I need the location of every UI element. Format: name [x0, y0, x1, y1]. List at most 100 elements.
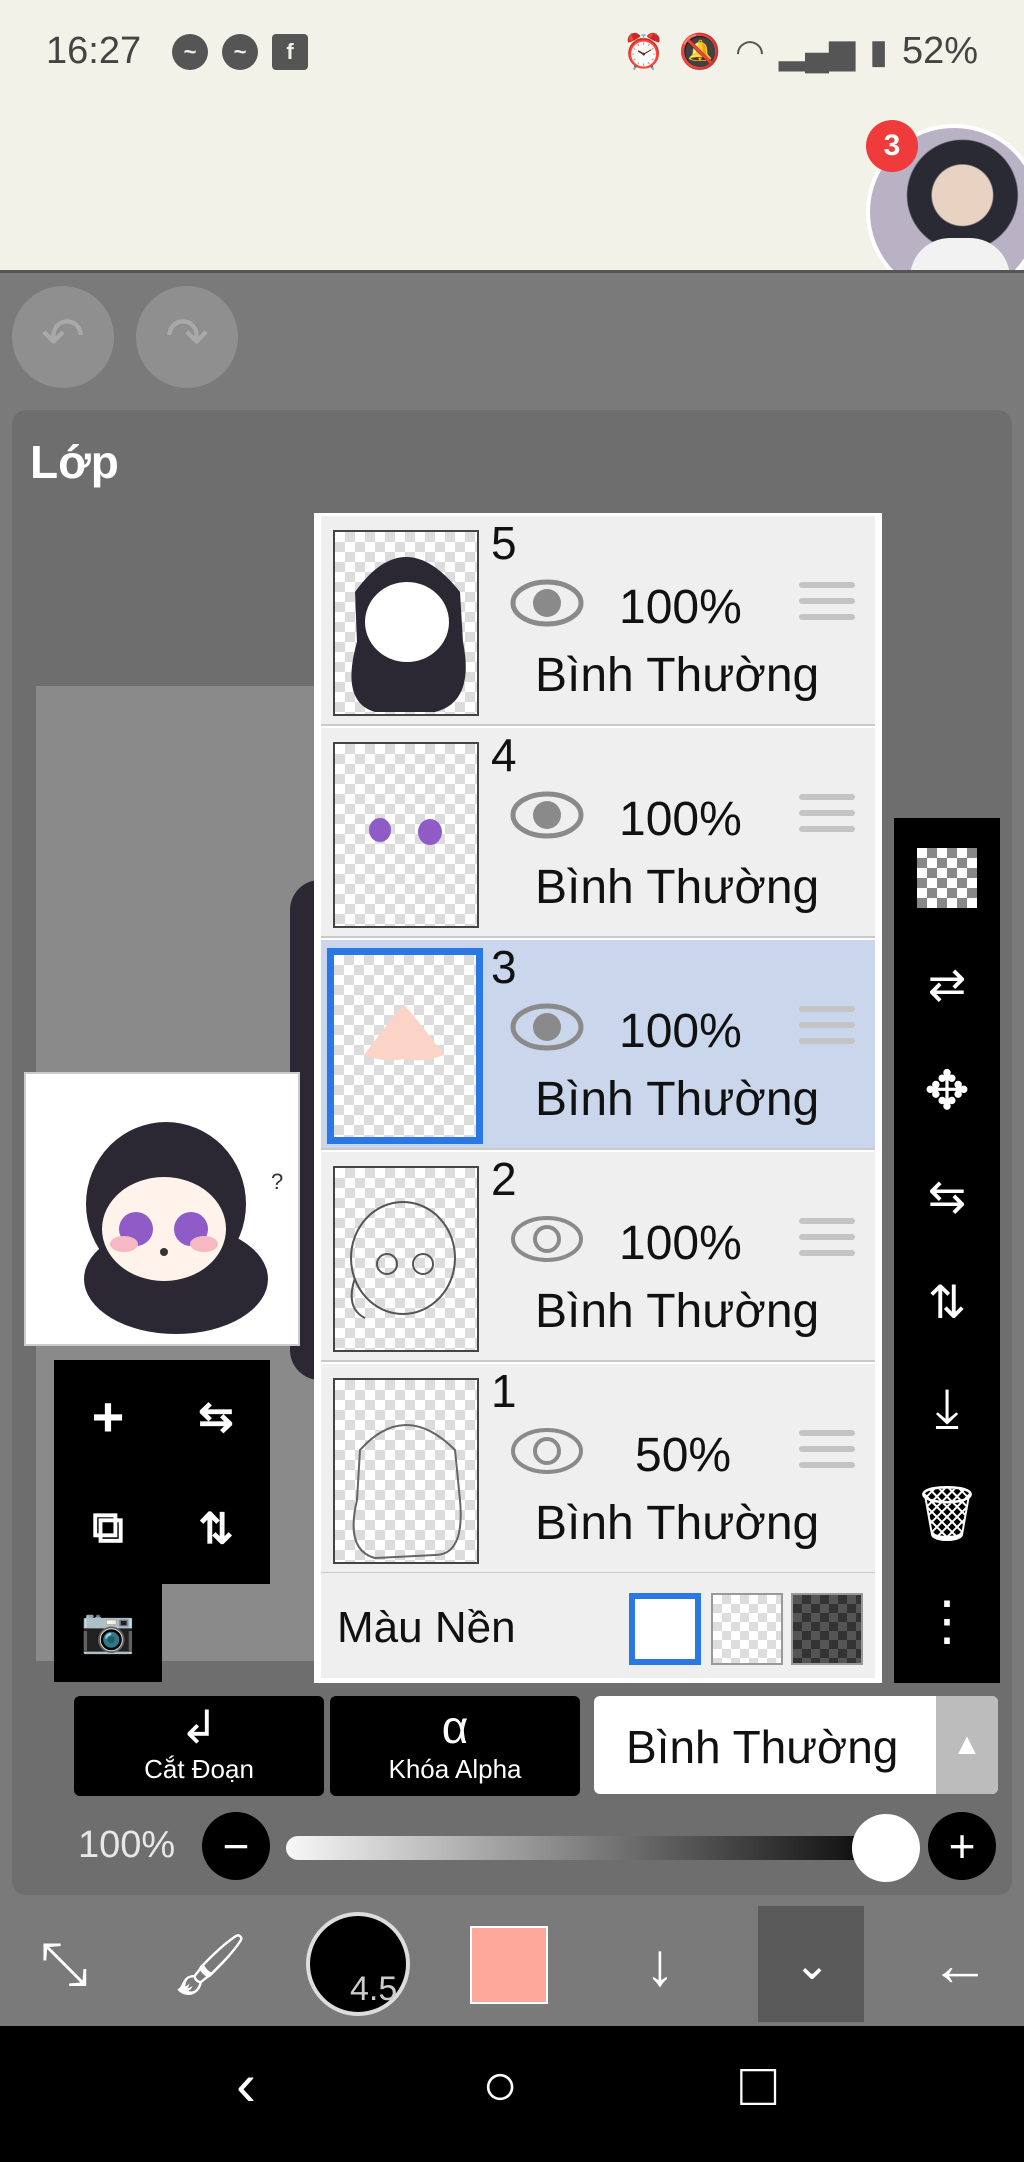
layer-opacity: 100% [619, 581, 742, 634]
flip-vertical-button[interactable]: ⇅ [162, 1472, 270, 1584]
arrow-left-icon: ← [930, 1930, 990, 1998]
flip-horizontal-rotate-button[interactable]: ⇆ [894, 1146, 1000, 1246]
layer-row[interactable]: 4 100% Bình Thường [321, 728, 875, 938]
background-color-row: Màu Nền [321, 1573, 875, 1678]
right-tools: ⇄ ✥ ⇆ ⇅ ⤓ 🗑 ⋮ [894, 818, 1000, 1683]
nav-home-button[interactable]: ○ [482, 2050, 518, 2119]
alarm-icon: ⏰ [622, 32, 665, 71]
battery-percent: 52% [901, 30, 978, 72]
add-layer-button[interactable]: + [54, 1360, 162, 1472]
drag-handle-icon[interactable] [799, 582, 855, 630]
layer-row[interactable]: 5 100% Bình Thường [321, 516, 875, 726]
layer-down-button[interactable]: ↓ [600, 1902, 720, 2026]
blend-mode-value: Bình Thường [626, 1721, 899, 1773]
duplicate-layer-button[interactable]: ⧉ [54, 1472, 162, 1584]
opacity-slider-handle[interactable] [852, 1814, 920, 1882]
svg-text:?: ? [271, 1169, 283, 1194]
plus-icon: + [91, 1384, 125, 1448]
chevron-double-down-icon: ⌄ [793, 1939, 831, 1989]
drag-handle-icon[interactable] [799, 1218, 855, 1266]
transform-icon: ⤡ [40, 1930, 88, 1997]
flip-horizontal-icon: ⇆ [927, 1170, 967, 1222]
flip-horizontal-button[interactable]: ⇆ [162, 1360, 270, 1472]
layer-thumbnail [333, 1378, 479, 1564]
background-dark-option[interactable] [791, 1593, 863, 1665]
camera-button[interactable]: 📷 [54, 1578, 162, 1682]
visibility-eye-icon[interactable] [509, 576, 585, 630]
layer-blend-mode: Bình Thường [535, 861, 820, 914]
layer-thumbnail [327, 948, 483, 1144]
nav-recents-button[interactable]: □ [740, 2050, 776, 2119]
drag-handle-icon[interactable] [799, 1006, 855, 1054]
duplicate-icon: ⧉ [92, 1503, 124, 1552]
undo-button[interactable]: ↶ [12, 286, 114, 388]
layer-blend-mode: Bình Thường [535, 649, 820, 702]
plus-icon: + [948, 1820, 976, 1872]
background-white-option[interactable] [629, 1593, 701, 1665]
camera-icon: 📷 [80, 1606, 136, 1655]
drag-handle-icon[interactable] [799, 794, 855, 842]
nav-back-icon: ‹ [236, 2051, 256, 2118]
visibility-eye-icon[interactable] [509, 1212, 585, 1266]
opacity-decrease-button[interactable]: − [202, 1812, 270, 1880]
layer-opacity: 50% [635, 1429, 732, 1482]
alpha-lock-button[interactable]: α Khóa Alpha [330, 1696, 580, 1796]
layer-thumbnail [333, 530, 479, 716]
visibility-eye-icon[interactable] [509, 1424, 585, 1478]
brush-size-value: 4.5 [350, 1970, 398, 2008]
panel-title: Lớp [30, 436, 119, 488]
merge-down-icon: ⤓ [935, 1377, 959, 1438]
delete-layer-button[interactable]: 🗑 [894, 1464, 1000, 1564]
status-time: 16:27 [46, 30, 142, 72]
layer-number: 2 [491, 1153, 517, 1205]
color-swatch-button[interactable] [470, 1926, 548, 2004]
brush-size-button[interactable]: 4.5 [306, 1912, 410, 2016]
layer-row[interactable]: 2 100% Bình Thường [321, 1152, 875, 1362]
layer-opacity: 100% [619, 1217, 742, 1270]
arrow-down-icon: ↓ [645, 1930, 675, 1998]
layers-toggle-icon-wrap: ⌄ [752, 1902, 872, 2026]
wifi-icon: ◠ [735, 32, 765, 71]
layer-opacity: 100% [619, 1005, 742, 1058]
selection-tool-button[interactable]: ⤡ [4, 1902, 124, 2026]
more-button[interactable]: ⋮ [894, 1570, 1000, 1670]
clipping-icon: ↲ [179, 1701, 219, 1753]
signal-icon: ▂▄▆ [778, 32, 856, 71]
opacity-increase-button[interactable]: + [928, 1812, 996, 1880]
back-button[interactable]: ← [900, 1902, 1020, 2026]
move-button[interactable]: ✥ [894, 1040, 1000, 1140]
messenger-icon: ~ [172, 34, 208, 70]
messenger-icon: ~ [222, 34, 258, 70]
canvas-preview[interactable]: ? [24, 1072, 300, 1346]
transparent-fill-button[interactable] [894, 828, 1000, 928]
clipping-button[interactable]: ↲ Cắt Đoạn [74, 1696, 324, 1796]
visibility-eye-icon[interactable] [509, 788, 585, 842]
background-transparent-option[interactable] [711, 1593, 783, 1665]
layer-number: 3 [491, 941, 517, 993]
system-status: ⏰ 🔕 ◠ ▂▄▆ ▮ 52% [622, 30, 978, 73]
layer-row-selected[interactable]: 3 100% Bình Thường [321, 940, 875, 1150]
layer-thumbnail [333, 742, 479, 928]
drag-handle-icon[interactable] [799, 1430, 855, 1478]
battery-icon: ▮ [869, 32, 888, 71]
move-icon: ✥ [924, 1060, 970, 1121]
swap-icon: ⇄ [927, 958, 967, 1010]
nav-back-button[interactable]: ‹ [236, 2050, 256, 2119]
flip-vertical-icon: ⇅ [927, 1276, 967, 1328]
chat-head-badge: 3 [866, 120, 918, 172]
redo-button[interactable]: ↷ [136, 286, 238, 388]
swap-layers-button[interactable]: ⇄ [894, 934, 1000, 1034]
layer-list: 5 100% Bình Thường 4 100% Bình Thường 3 … [314, 513, 882, 1683]
flip-vertical-rotate-button[interactable]: ⇅ [894, 1252, 1000, 1352]
opacity-slider[interactable] [286, 1836, 886, 1860]
layer-blend-mode: Bình Thường [535, 1497, 820, 1550]
preview-illustration: ? [84, 1122, 283, 1334]
layer-thumbnail [333, 1166, 479, 1352]
blend-mode-select[interactable]: Bình Thường ▲ [594, 1696, 998, 1794]
layer-blend-mode: Bình Thường [535, 1285, 820, 1338]
layer-number: 5 [491, 517, 517, 569]
layer-row[interactable]: 1 50% Bình Thường [321, 1364, 875, 1574]
brush-tool-button[interactable]: 🖌 [150, 1902, 270, 2026]
merge-down-button[interactable]: ⤓ [894, 1358, 1000, 1458]
visibility-eye-icon[interactable] [509, 1000, 585, 1054]
